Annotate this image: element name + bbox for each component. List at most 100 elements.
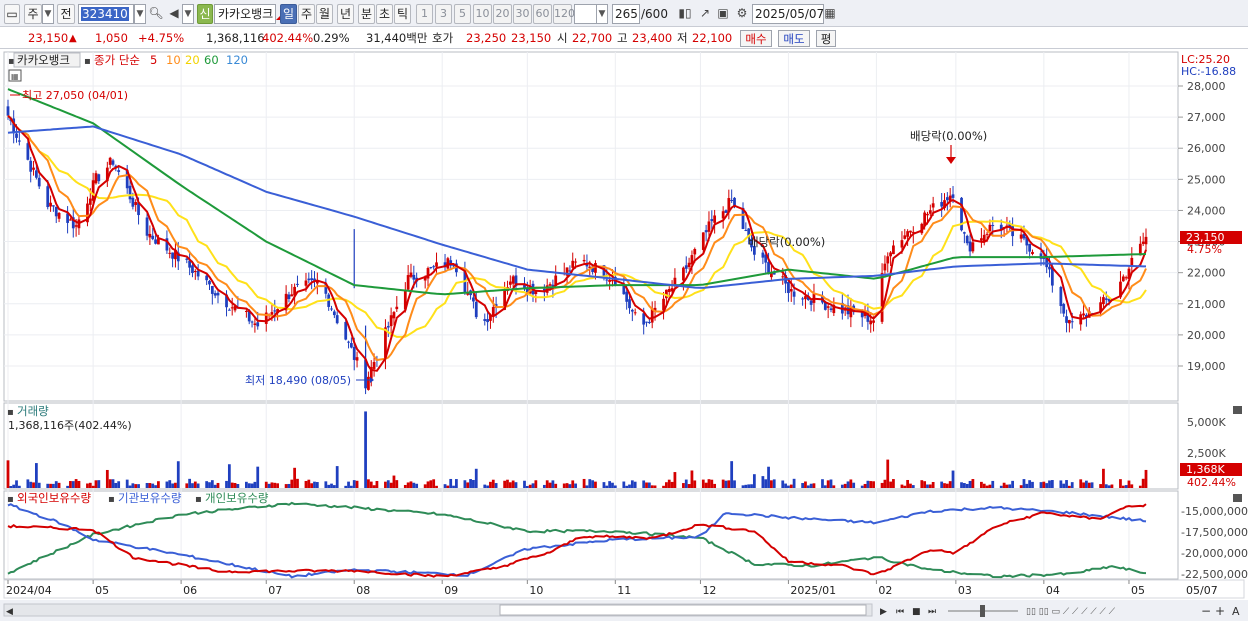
calendar-icon[interactable]: ▦ [823, 4, 837, 24]
settings-gear-icon[interactable]: ⚙ [733, 4, 751, 24]
candle-body [926, 213, 929, 216]
tab-minute[interactable]: 분 [358, 4, 375, 24]
stock-code-dropdown-icon[interactable]: ▼ [134, 4, 146, 24]
volume-tick-5000k: 5,000K [1187, 416, 1226, 429]
tab-tick[interactable]: 틱 [394, 4, 411, 24]
draw-tool-icon[interactable]: ↗ [696, 4, 714, 24]
prev-button[interactable]: 전 [57, 4, 75, 24]
volume-bar [128, 485, 132, 488]
volume-bar [486, 485, 489, 488]
candle-body [389, 315, 393, 327]
stock-code-input[interactable]: 323410 [78, 4, 134, 24]
scrollbar-thumb[interactable] [499, 604, 867, 616]
candle-body [965, 235, 969, 244]
volume-bar [46, 483, 50, 488]
auto-scale-icon[interactable]: A [1232, 605, 1240, 618]
volume-bar [332, 485, 336, 488]
candle-body [74, 225, 78, 227]
volume-bar [1121, 485, 1125, 488]
credit-badge: 신 [197, 4, 213, 24]
volume-bar [931, 481, 935, 488]
interval-button[interactable]: 120 [553, 4, 575, 24]
speaker-icon[interactable]: ◀ [166, 4, 182, 24]
interval-button[interactable]: 30 [513, 4, 532, 24]
sell-button[interactable]: 매도 [778, 30, 810, 47]
volume-bar [412, 482, 416, 488]
candle-body [826, 306, 830, 308]
eval-button[interactable]: 평 [816, 30, 836, 47]
interval-button[interactable]: 5 [454, 4, 471, 24]
holdings-panel-close-icon[interactable] [1233, 494, 1242, 502]
tab-month[interactable]: 월 [316, 4, 333, 24]
volume-bar [296, 478, 299, 488]
candle-body [1070, 321, 1074, 323]
candle-body [886, 256, 890, 264]
interval-button[interactable]: 60 [533, 4, 552, 24]
volume-bar [872, 481, 875, 488]
interval-button[interactable]: 1 [416, 4, 433, 24]
low-label: 저 [677, 31, 688, 45]
tab-day[interactable]: 일 [280, 4, 297, 24]
market-type-button[interactable]: 주 [24, 4, 42, 24]
buy-button[interactable]: 매수 [740, 30, 772, 47]
individual-holdings-legend: 개인보유수량 [205, 491, 269, 505]
volume-bar [395, 480, 399, 488]
stop-icon[interactable]: ■ [912, 607, 921, 617]
volume-panel-close-icon[interactable] [1233, 406, 1242, 414]
volume-bar [315, 482, 319, 488]
holdings-menu-icon[interactable]: ▪ [7, 494, 14, 505]
window-menu-icon[interactable]: ▭ [4, 4, 20, 24]
candle-body [869, 320, 873, 325]
volume-bar [823, 485, 827, 488]
zoom-slider-handle[interactable] [980, 605, 985, 617]
candle-body [52, 205, 55, 207]
custom-interval-input[interactable] [574, 4, 598, 24]
candle-body [29, 160, 33, 172]
date-input[interactable]: 2025/05/07 [752, 4, 824, 24]
stock-name-field[interactable]: 카카오뱅크 [214, 4, 276, 24]
candle-body [968, 241, 972, 252]
volume-bar [730, 461, 734, 488]
interval-button[interactable]: 3 [435, 4, 452, 24]
candle-body [367, 376, 370, 390]
tab-second[interactable]: 초 [376, 4, 393, 24]
custom-interval-dropdown-icon[interactable]: ▼ [596, 4, 608, 24]
legend-menu-icon[interactable]: ▪ [84, 56, 91, 67]
volume-bar [1104, 484, 1108, 488]
volume-bar [1002, 482, 1006, 488]
volume-bar [34, 463, 38, 488]
volume-bar [168, 480, 172, 488]
volume-bar [747, 484, 751, 488]
candle-body [872, 320, 875, 323]
high-price: 23,400 [632, 31, 673, 45]
tab-week[interactable]: 주 [298, 4, 315, 24]
zoom-out-icon[interactable]: − [1201, 604, 1211, 618]
speaker-dropdown-icon[interactable]: ▼ [182, 4, 194, 24]
zoom-in-icon[interactable]: + [1215, 604, 1225, 618]
interval-button[interactable]: 20 [493, 4, 512, 24]
market-type-dropdown-icon[interactable]: ▼ [42, 4, 54, 24]
jump-start-icon[interactable]: ⏮ [896, 607, 904, 617]
volume: 1,368,116 [206, 31, 265, 45]
candle-type-icon[interactable]: ▮▯ [676, 4, 694, 24]
volume-bar [293, 467, 297, 488]
volume-bar [628, 484, 631, 488]
volume-bar [551, 480, 555, 488]
save-icon[interactable]: ▣ [714, 4, 732, 24]
volume-bar [154, 485, 157, 488]
scroll-right-icon[interactable]: ▶ [880, 607, 887, 617]
tab-year[interactable]: 년 [337, 4, 354, 24]
candle-body [645, 321, 648, 323]
count-input[interactable]: 265 [612, 4, 640, 24]
volume-menu-icon[interactable]: ▪ [7, 407, 14, 418]
candle-body [781, 276, 785, 278]
stock-chart[interactable]: ▪ 카카오뱅크 ▪ 종가 단순 5 10 20 60 120 ▦ LC:25.2… [0, 50, 1248, 621]
candle-body [906, 231, 909, 237]
tool-icons[interactable]: ▯▯ ▯▯ ▭ ⟋ ⟋ ⟋ ⟋ ⟋ ⟋ [1026, 607, 1116, 617]
search-icon[interactable]: 🔍︎ [148, 4, 164, 24]
scroll-left-icon[interactable]: ◀ [6, 607, 13, 617]
jump-end-icon[interactable]: ⏭ [928, 607, 936, 617]
interval-button[interactable]: 10 [473, 4, 492, 24]
volume-bar [216, 482, 220, 488]
volume-bar [562, 483, 566, 488]
